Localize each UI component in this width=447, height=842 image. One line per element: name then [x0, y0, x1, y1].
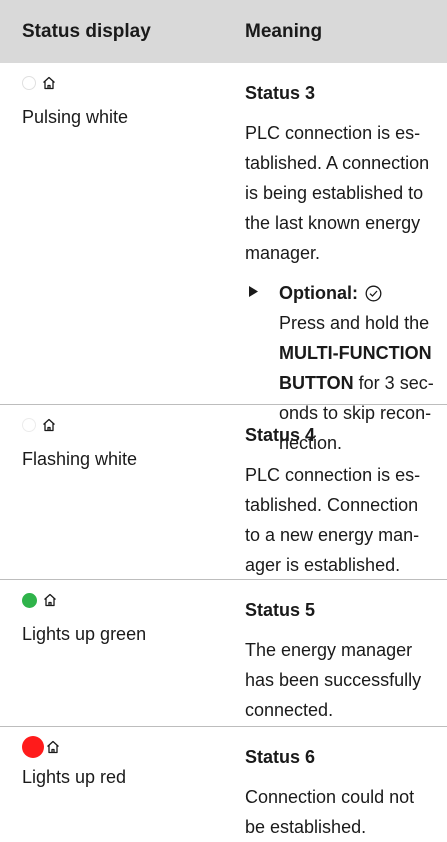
home-icon	[44, 593, 56, 607]
led-red-icon	[22, 736, 44, 758]
status-description: The energy manager has been successfully…	[245, 640, 422, 720]
home-icon	[43, 418, 55, 432]
status-description: PLC connection is es- tablished. A conne…	[245, 123, 430, 263]
status-description: Connection could not be established.	[245, 787, 415, 837]
color-label: Pulsing white	[22, 107, 129, 127]
led-white-pulsing-icon	[22, 76, 36, 90]
table-row: Flashing white Status 4 PLC connection i…	[0, 405, 447, 580]
status-table: Status display Meaning Pulsing white Sta…	[0, 0, 447, 840]
status-description: PLC connection is es- tablished. Connect…	[245, 465, 421, 575]
table-row: Pulsing white Status 3 PLC connection is…	[0, 63, 447, 453]
status-indicator	[22, 736, 245, 758]
optional-label: Optional:	[279, 283, 358, 303]
home-icon	[47, 740, 59, 754]
header-status-display: Status display	[22, 20, 151, 42]
led-white-flashing-icon	[22, 418, 36, 432]
status-indicator	[22, 589, 245, 611]
table-row: Lights up green Status 5 The energy mana…	[0, 580, 447, 727]
status-indicator	[22, 72, 245, 94]
status-title: Status 3	[245, 83, 316, 103]
status-indicator	[22, 414, 245, 436]
table-header: Status display Meaning	[0, 0, 447, 63]
status-title: Status 5	[245, 600, 316, 620]
home-icon	[43, 76, 55, 90]
color-label: Lights up red	[22, 767, 127, 787]
status-title: Status 6	[245, 747, 316, 767]
color-label: Flashing white	[22, 449, 138, 469]
check-circle-icon	[365, 285, 382, 301]
table-row: Lights up red Status 6 Connection could …	[0, 727, 447, 840]
color-label: Lights up green	[22, 624, 147, 644]
header-meaning: Meaning	[245, 20, 323, 42]
led-green-icon	[22, 592, 37, 608]
status-title: Status 4	[245, 425, 316, 445]
